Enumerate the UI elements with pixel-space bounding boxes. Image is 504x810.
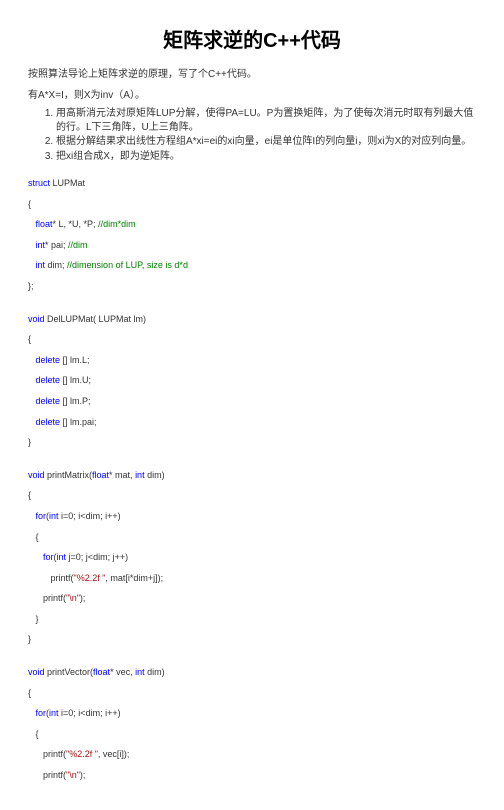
code-line: }; xyxy=(28,280,476,293)
code-text: [] lm.U; xyxy=(60,375,91,385)
code-text: printVector( xyxy=(45,667,94,677)
code-type: float xyxy=(92,470,109,480)
code-text: dim; xyxy=(45,260,67,270)
code-type: int xyxy=(49,708,59,718)
code-text: * L, *U, *P; xyxy=(53,219,99,229)
code-line: { xyxy=(28,489,476,502)
code-text: LUPMat xyxy=(50,178,85,188)
code-text: printf( xyxy=(28,749,66,759)
code-comment: //dim*dim xyxy=(98,219,136,229)
steps-list: 用高斯消元法对原矩阵LUP分解，使得PA=LU。P为置换矩阵，为了使每次消元时取… xyxy=(28,107,476,163)
code-line: } xyxy=(28,613,476,626)
code-kw: for xyxy=(36,708,47,718)
code-text: * vec, xyxy=(110,667,135,677)
code-type: int xyxy=(36,260,46,270)
code-kw: delete xyxy=(36,355,61,365)
step-item: 用高斯消元法对原矩阵LUP分解，使得PA=LU。P为置换矩阵，为了使每次消元时取… xyxy=(56,107,476,134)
intro-line-2: 有A*X=I，则X为inv（A）。 xyxy=(28,86,476,101)
code-kw: delete xyxy=(36,375,61,385)
code-line: { xyxy=(28,531,476,544)
code-text: , mat[i*dim+j]); xyxy=(105,573,163,583)
code-kw: for xyxy=(43,552,54,562)
code-type: float xyxy=(36,219,53,229)
code-line: { xyxy=(28,728,476,741)
code-text: * pai; xyxy=(45,240,68,250)
code-kw: delete xyxy=(36,396,61,406)
code-type: int xyxy=(135,470,145,480)
code-kw: void xyxy=(28,314,45,324)
code-kw: struct xyxy=(28,178,50,188)
code-str: "%2.2f " xyxy=(74,573,106,583)
code-comment: //dim xyxy=(68,240,88,250)
code-type: float xyxy=(93,667,110,677)
code-kw: void xyxy=(28,470,45,480)
code-text: ); xyxy=(80,770,86,780)
code-text: dim) xyxy=(145,470,165,480)
code-text: dim) xyxy=(145,667,165,677)
code-text: printMatrix( xyxy=(45,470,93,480)
code-type: int xyxy=(36,240,46,250)
code-str: "%2.2f " xyxy=(66,749,98,759)
code-type: int xyxy=(49,511,59,521)
code-text: [] lm.L; xyxy=(60,355,90,365)
code-text: i=0; i<dim; i++) xyxy=(59,511,121,521)
code-kw: for xyxy=(36,511,47,521)
step-item: 根据分解结果求出线性方程组A*xi=ei的xi向量，ei是单位阵I的列向量i，则… xyxy=(56,135,476,149)
code-text: j=0; j<dim; j++) xyxy=(66,552,128,562)
code-text: i=0; i<dim; i++) xyxy=(59,708,121,718)
code-text: * mat, xyxy=(109,470,135,480)
intro-line-1: 按照算法导论上矩阵求逆的原理，写了个C++代码。 xyxy=(28,65,476,80)
code-text: ); xyxy=(80,593,86,603)
code-str: "\n" xyxy=(66,593,80,603)
code-block: struct LUPMat { float* L, *U, *P; //dim*… xyxy=(28,177,476,782)
code-type: int xyxy=(135,667,145,677)
code-text: , vec[i]); xyxy=(98,749,130,759)
code-text: [] lm.pai; xyxy=(60,417,97,427)
code-str: "\n" xyxy=(66,770,80,780)
code-line: { xyxy=(28,687,476,700)
code-comment: //dimension of LUP, size is d*d xyxy=(67,260,188,270)
code-line: } xyxy=(28,633,476,646)
code-line: { xyxy=(28,333,476,346)
code-text: printf( xyxy=(28,593,66,603)
page-title: 矩阵求逆的C++代码 xyxy=(28,24,476,53)
code-line: } xyxy=(28,436,476,449)
code-kw: void xyxy=(28,667,45,677)
code-text: printf( xyxy=(28,770,66,780)
code-kw: delete xyxy=(36,417,61,427)
code-text: [] lm.P; xyxy=(60,396,91,406)
code-type: int xyxy=(57,552,67,562)
code-text: DelLUPMat( LUPMat lm) xyxy=(45,314,147,324)
code-line: { xyxy=(28,198,476,211)
step-item: 把xi组合成X，即为逆矩阵。 xyxy=(56,150,476,164)
code-text: printf( xyxy=(28,573,74,583)
